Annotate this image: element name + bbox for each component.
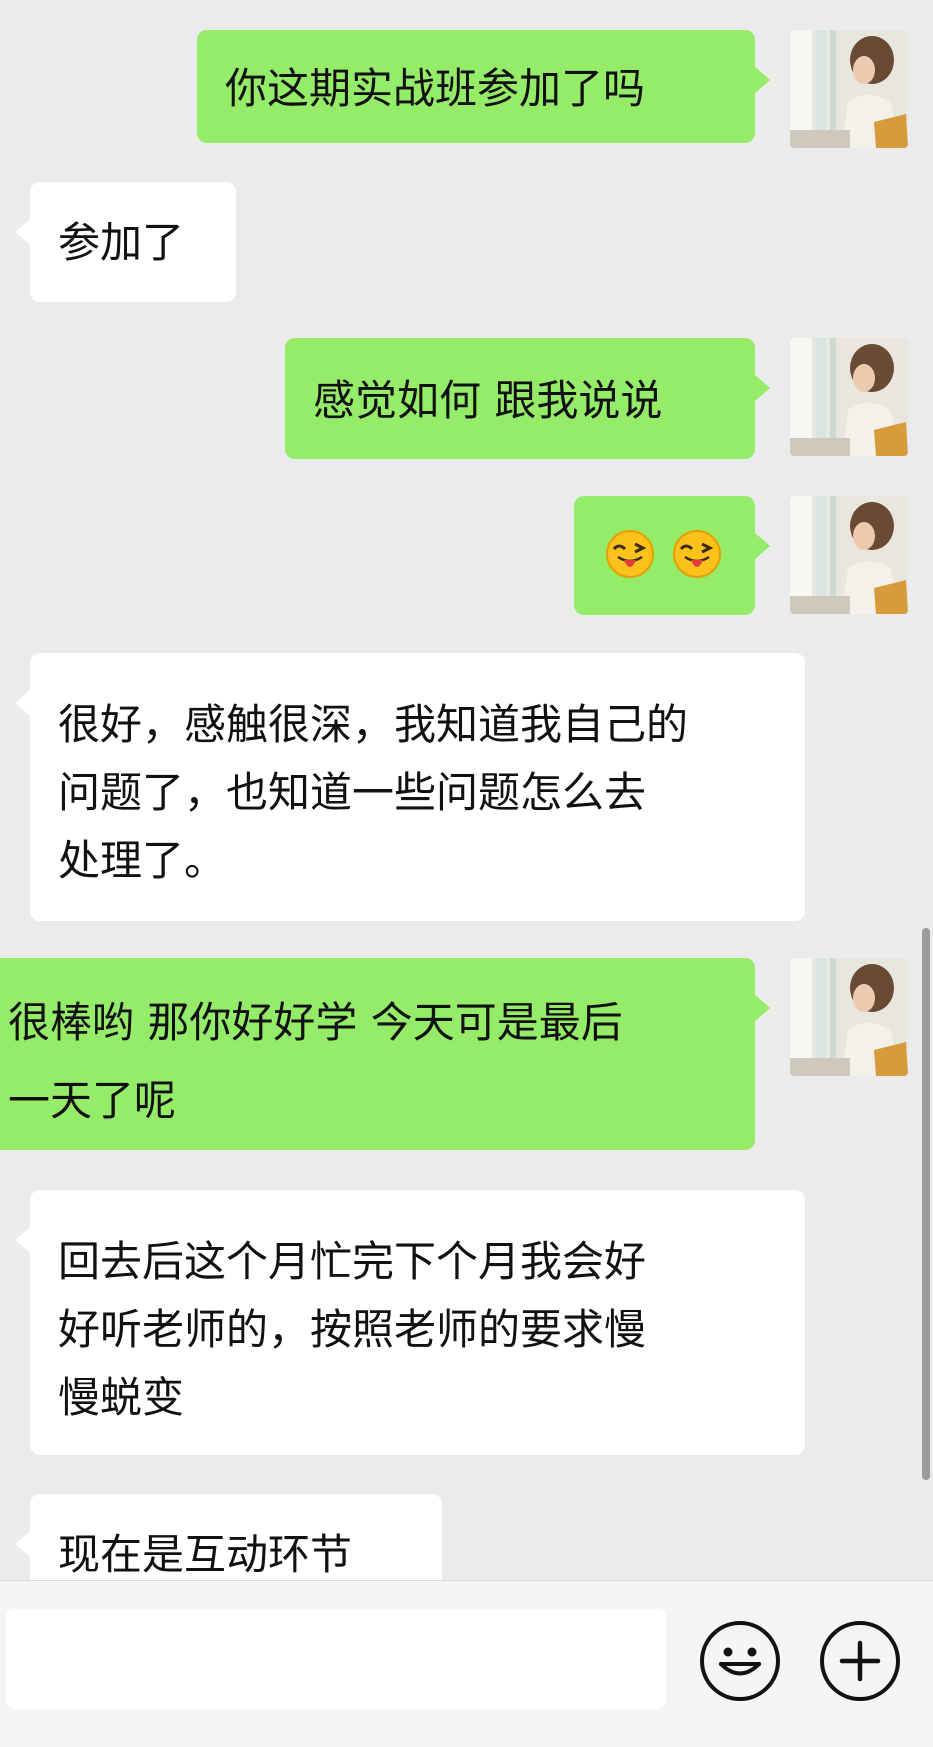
message-line: 很好，感触很深，我知道我自己的 [58,700,689,749]
plus-icon [839,1640,881,1682]
message-text: 现在是互动环节 [58,1530,353,1579]
my-avatar[interactable] [790,30,908,148]
received-message[interactable]: 回去后这个月忙完下个月我会好 好听老师的，按照老师的要求慢 慢蜕变 [15,1190,805,1455]
message-line: 一天了呢 [8,1076,177,1125]
message-input[interactable] [6,1609,666,1709]
message-line: 好听老师的，按照老师的要求慢 [58,1305,647,1354]
wink-tongue-emoji-icon [672,529,722,579]
message-line: 回去后这个月忙完下个月我会好 [58,1237,647,1286]
message-line: 慢蜕变 [58,1373,185,1422]
sent-message[interactable]: 感觉如何 跟我说说 [285,338,770,459]
wink-tongue-emoji-icon [605,529,655,579]
message-composer [0,1580,933,1747]
my-avatar[interactable] [790,338,908,456]
message-text: 你这期实战班参加了吗 [225,64,646,113]
received-message[interactable]: 很好，感触很深，我知道我自己的 问题了，也知道一些问题怎么去 处理了。 [15,653,805,921]
sent-emoji-message[interactable] [574,496,770,615]
smiley-icon [719,1647,761,1676]
received-message[interactable]: 现在是互动环节 [15,1494,442,1580]
received-message[interactable]: 参加了 [15,182,236,302]
message-text: 感觉如何 跟我说说 [313,376,663,425]
message-text: 参加了 [58,218,185,267]
more-button[interactable] [820,1621,900,1701]
message-line: 问题了，也知道一些问题怎么去 [58,768,647,817]
message-line: 很棒哟 那你好好学 今天可是最后 [8,998,623,1047]
sent-message[interactable]: 很棒哟 那你好好学 今天可是最后 一天了呢 [0,958,770,1150]
message-line: 处理了。 [58,836,227,885]
chat-history[interactable]: 你这期实战班参加了吗 参加了 感觉如何 跟我说说 很好，感触很深，我知道我自己的… [0,0,933,1580]
sent-message[interactable]: 你这期实战班参加了吗 [197,30,770,143]
my-avatar[interactable] [790,958,908,1076]
my-avatar[interactable] [790,496,908,614]
emoji-button[interactable] [700,1621,780,1701]
chat-scrollbar[interactable] [922,928,930,1480]
